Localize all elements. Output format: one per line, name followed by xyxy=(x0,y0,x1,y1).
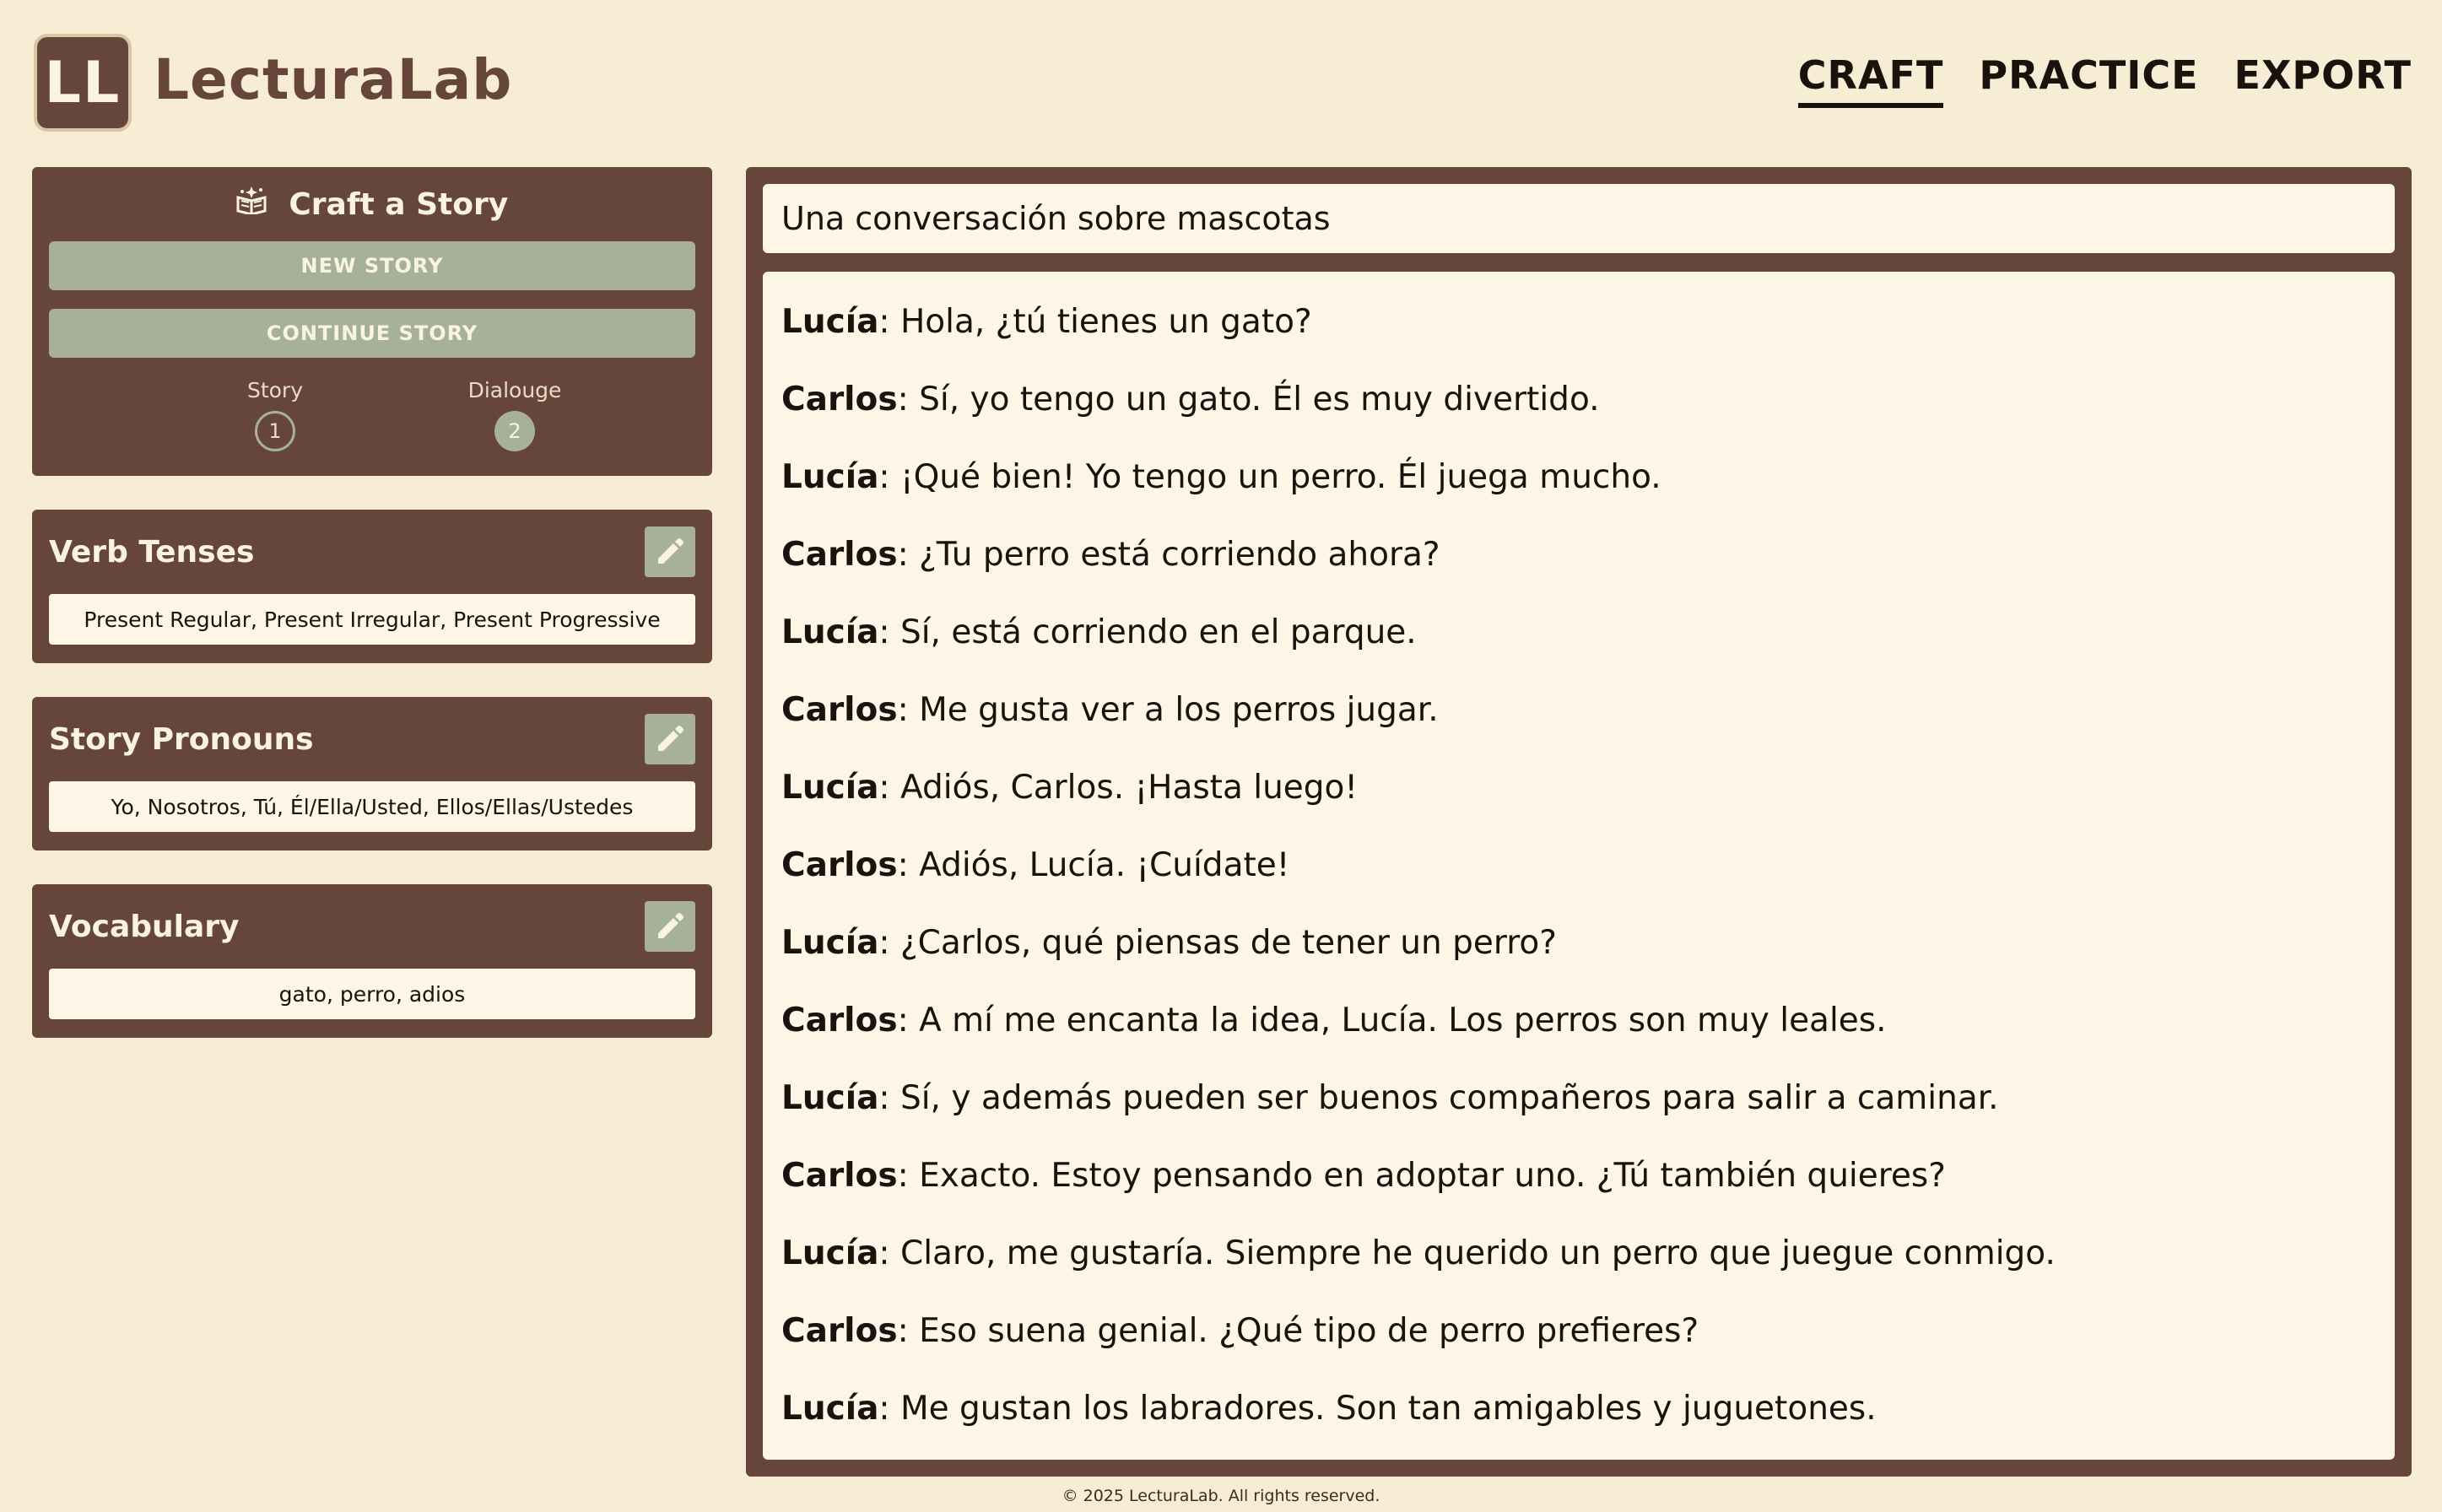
story-pronouns-title: Story Pronouns xyxy=(49,722,314,757)
dialogue-line: Carlos: Sí, yo tengo un gato. Él es muy … xyxy=(781,361,2376,439)
speaker-name: Lucía xyxy=(781,1234,879,1272)
step-dialogue-label: Dialouge xyxy=(467,378,562,402)
logo-text: LL xyxy=(44,49,122,116)
speaker-name: Carlos xyxy=(781,846,898,884)
dialogue-line: Lucía: ¡Qué bien! Yo tengo un perro. Él … xyxy=(781,439,2376,516)
craft-panel: Craft a Story NEW STORY CONTINUE STORY S… xyxy=(32,167,712,476)
speaker-name: Carlos xyxy=(781,1002,898,1040)
dialogue-line: Lucía: Hola, ¿tú tienes un gato? xyxy=(781,284,2376,361)
speaker-name: Carlos xyxy=(781,381,898,418)
step-dialogue[interactable]: Dialouge 2 xyxy=(456,378,574,451)
dialogue-text: : Sí, y además pueden ser buenos compañe… xyxy=(878,1079,1999,1117)
vocabulary-value: gato, perro, adios xyxy=(49,969,695,1019)
speaker-name: Lucía xyxy=(781,1079,879,1117)
dialogue-line: Carlos: Adiós, Lucía. ¡Cuídate! xyxy=(781,827,2376,904)
dialogue-line: Lucía: Adiós, Carlos. ¡Hasta luego! xyxy=(781,749,2376,827)
verb-tenses-title: Verb Tenses xyxy=(49,535,255,570)
step-story-number[interactable]: 1 xyxy=(255,411,295,451)
dialogue-text: : Adiós, Lucía. ¡Cuídate! xyxy=(897,846,1290,884)
step-story[interactable]: Story 1 xyxy=(216,378,334,451)
dialogue-line: Lucía: Sí, y además pueden ser buenos co… xyxy=(781,1060,2376,1137)
verb-tenses-panel: Verb Tenses Present Regular, Present Irr… xyxy=(32,510,712,663)
craft-title: Craft a Story xyxy=(32,186,712,222)
speaker-name: Lucía xyxy=(781,769,879,807)
vocabulary-panel: Vocabulary gato, perro, adios xyxy=(32,884,712,1038)
story-panel: Una conversación sobre mascotas Lucía: H… xyxy=(746,167,2412,1477)
speaker-name: Carlos xyxy=(781,1157,898,1195)
story-pronouns-panel: Story Pronouns Yo, Nosotros, Tú, Él/Ella… xyxy=(32,697,712,850)
dialogue-line: Carlos: ¿Tu perro está corriendo ahora? xyxy=(781,516,2376,594)
dialogue-text: : Sí, está corriendo en el parque. xyxy=(878,613,1417,651)
dialogue-text: : A mí me encanta la idea, Lucía. Los pe… xyxy=(897,1002,1887,1040)
dialogue-text: : ¿Carlos, qué piensas de tener un perro… xyxy=(878,924,1557,962)
step-dialogue-number[interactable]: 2 xyxy=(494,411,535,451)
nav-practice[interactable]: PRACTICE xyxy=(1979,52,2198,108)
dialogue-text: : ¡Qué bien! Yo tengo un perro. Él juega… xyxy=(878,458,1661,496)
edit-pronouns-button[interactable] xyxy=(645,714,695,764)
nav-export[interactable]: EXPORT xyxy=(2234,52,2412,108)
edit-verb-tenses-button[interactable] xyxy=(645,526,695,577)
dialogue-line: Lucía: ¿Carlos, qué piensas de tener un … xyxy=(781,904,2376,982)
speaker-name: Lucía xyxy=(781,613,879,651)
story-title: Una conversación sobre mascotas xyxy=(763,184,2395,253)
dialogue-line: Carlos: A mí me encanta la idea, Lucía. … xyxy=(781,982,2376,1060)
dialogue-line: Carlos: Exacto. Estoy pensando en adopta… xyxy=(781,1137,2376,1215)
dialogue-line: Lucía: Me gustan los labradores. Son tan… xyxy=(781,1370,2376,1448)
speaker-name: Carlos xyxy=(781,691,898,729)
dialogue-line: Carlos: Eso suena genial. ¿Qué tipo de p… xyxy=(781,1293,2376,1370)
footer-copyright: © 2025 LecturaLab. All rights reserved. xyxy=(1062,1487,1380,1505)
edit-vocabulary-button[interactable] xyxy=(645,901,695,952)
dialogue-text: : Sí, yo tengo un gato. Él es muy divert… xyxy=(897,381,1600,418)
step-story-label: Story xyxy=(246,378,304,402)
logo[interactable]: LL xyxy=(34,34,132,132)
pencil-icon xyxy=(658,913,683,938)
dialogue-line: Lucía: Sí, está corriendo en el parque. xyxy=(781,594,2376,672)
brand-name: LecturaLab xyxy=(154,47,513,112)
dialogue-line: Carlos: Me gusta ver a los perros jugar. xyxy=(781,672,2376,749)
dialogue-text: : ¿Tu perro está corriendo ahora? xyxy=(897,536,1440,574)
story-pronouns-value: Yo, Nosotros, Tú, Él/Ella/Usted, Ellos/E… xyxy=(49,781,695,832)
dialogue-text: : Eso suena genial. ¿Qué tipo de perro p… xyxy=(897,1312,1699,1350)
pencil-icon xyxy=(658,538,683,564)
speaker-name: Carlos xyxy=(781,1312,898,1350)
speaker-name: Carlos xyxy=(781,536,898,574)
continue-story-button[interactable]: CONTINUE STORY xyxy=(49,309,695,358)
dialogue-text: : Claro, me gustaría. Siempre he querido… xyxy=(878,1234,2056,1272)
verb-tenses-value: Present Regular, Present Irregular, Pres… xyxy=(49,594,695,645)
new-story-button[interactable]: NEW STORY xyxy=(49,241,695,290)
dialogue-text: : Me gustan los labradores. Son tan amig… xyxy=(878,1390,1877,1428)
top-nav: CRAFT PRACTICE EXPORT xyxy=(1797,52,2412,108)
speaker-name: Lucía xyxy=(781,458,879,496)
dialogue-line: Lucía: Claro, me gustaría. Siempre he qu… xyxy=(781,1215,2376,1293)
dialogue-text: : Adiós, Carlos. ¡Hasta luego! xyxy=(878,769,1359,807)
story-dialogue[interactable]: Lucía: Hola, ¿tú tienes un gato? Carlos:… xyxy=(763,272,2395,1460)
craft-title-text: Craft a Story xyxy=(289,187,509,222)
dialogue-text: : Hola, ¿tú tienes un gato? xyxy=(878,303,1312,341)
dialogue-text: : Exacto. Estoy pensando en adoptar uno.… xyxy=(897,1157,1946,1195)
book-sparkle-icon xyxy=(236,186,278,222)
speaker-name: Lucía xyxy=(781,924,879,962)
dialogue-text: : Me gusta ver a los perros jugar. xyxy=(897,691,1439,729)
pencil-icon xyxy=(658,726,683,751)
nav-craft[interactable]: CRAFT xyxy=(1797,52,1944,108)
speaker-name: Lucía xyxy=(781,303,879,341)
vocabulary-title: Vocabulary xyxy=(49,910,240,944)
app-root: LL LecturaLab CRAFT PRACTICE EXPORT Craf… xyxy=(0,0,2442,1512)
speaker-name: Lucía xyxy=(781,1390,879,1428)
